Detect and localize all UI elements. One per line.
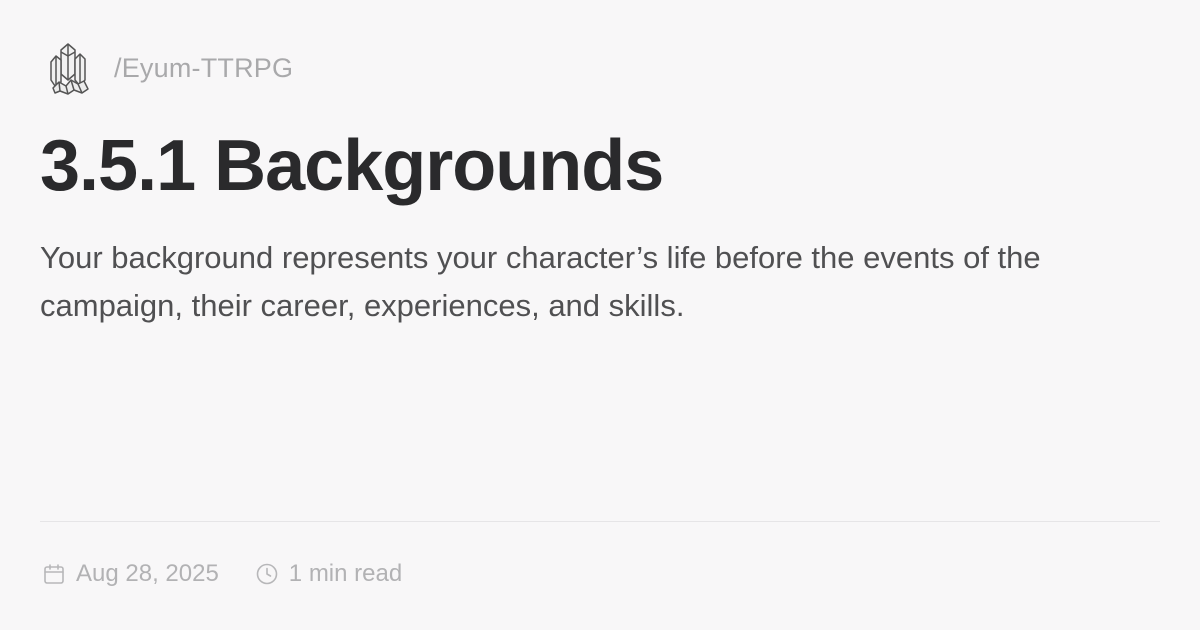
site-header: /Eyum-TTRPG [44, 40, 293, 96]
post-meta: Aug 28, 2025 1 min read [42, 556, 402, 592]
publish-date: Aug 28, 2025 [42, 560, 219, 588]
page-description: Your background represents your characte… [40, 240, 1041, 323]
read-time-text: 1 min read [288, 560, 403, 587]
calendar-icon [44, 564, 64, 584]
publish-date-text: Aug 28, 2025 [76, 560, 219, 587]
crystal-cluster-icon[interactable] [44, 40, 92, 96]
read-time: 1 min read [255, 560, 402, 588]
clock-icon [256, 563, 278, 585]
page-title: 3.5.1 Backgrounds [40, 126, 664, 206]
divider [40, 521, 1160, 522]
site-path[interactable]: /Eyum-TTRPG [114, 53, 293, 84]
